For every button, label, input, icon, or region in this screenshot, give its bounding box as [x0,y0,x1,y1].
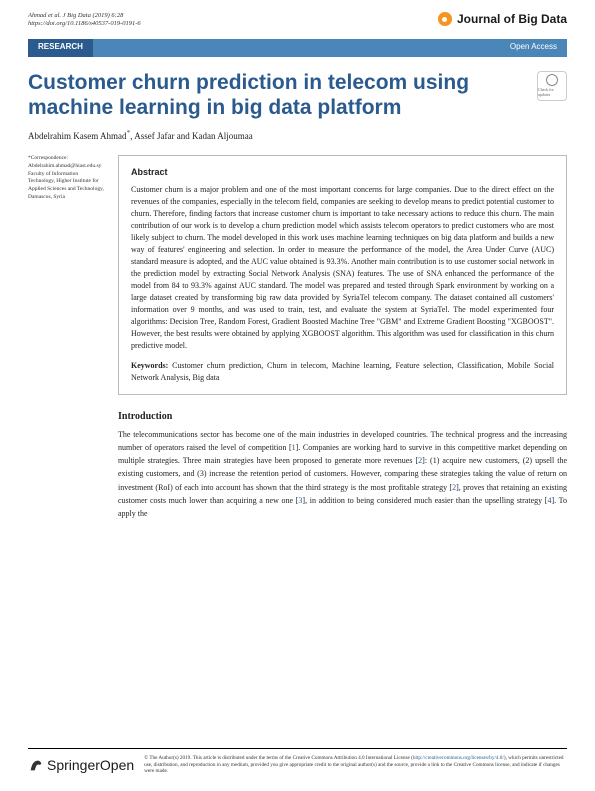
authors-line: Abdelrahim Kasem Ahmad*, Assef Jafar and… [0,128,595,155]
journal-logo-icon [438,12,452,26]
correspondence-sidebar: *Correspondence: Abdelrahim.ahmad@hiast.… [28,155,106,520]
journal-brand: Journal of Big Data [438,12,567,26]
title-row: Customer churn prediction in telecom usi… [0,57,595,129]
affiliation: Faculty of Information Technology, Highe… [28,171,106,202]
section-banner: RESEARCH Open Access [28,39,567,57]
abstract-text: Customer churn is a major problem and on… [131,184,554,352]
authors-rest: , Assef Jafar and Kadan Aljoumaa [130,131,252,141]
keywords-label: Keywords: [131,361,168,370]
crossmark-badge[interactable]: Check for updates [537,71,567,101]
intro-paragraph: The telecommunications sector has become… [118,428,567,520]
springer-horse-icon [28,757,44,773]
open-access-label: Open Access [93,39,567,57]
springer-text: SpringerOpen [47,757,134,773]
page-header: Ahmad et al. J Big Data (2019) 6:28 http… [0,0,595,33]
introduction-section: Introduction The telecommunications sect… [118,411,567,520]
article-title: Customer churn prediction in telecom usi… [28,71,527,121]
citation-block: Ahmad et al. J Big Data (2019) 6:28 http… [28,12,141,29]
doi: https://doi.org/10.1186/s40537-019-0191-… [28,20,141,27]
keywords: Customer churn prediction, Churn in tele… [131,361,554,382]
page-footer: SpringerOpen © The Author(s) 2019. This … [28,748,567,775]
citation: Ahmad et al. J Big Data (2019) 6:28 [28,12,123,19]
author-1: Abdelrahim Kasem Ahmad [28,131,126,141]
corr-label: *Correspondence: [28,155,106,163]
main-columns: *Correspondence: Abdelrahim.ahmad@hiast.… [0,155,595,520]
springer-brand: SpringerOpen [28,757,134,773]
intro-heading: Introduction [118,411,567,422]
journal-name: Journal of Big Data [457,12,567,26]
article-type: RESEARCH [28,39,93,57]
corr-email: Abdelrahim.ahmad@hiast.edu.sy [28,163,106,171]
license-text: © The Author(s) 2019. This article is di… [144,755,567,775]
abstract-heading: Abstract [131,166,554,180]
abstract-box: Abstract Customer churn is a major probl… [118,155,567,395]
keywords-line: Keywords: Customer churn prediction, Chu… [131,360,554,384]
cc-link[interactable]: http://creativecommons.org/licenses/by/4… [413,755,504,761]
content-column: Abstract Customer churn is a major probl… [118,155,567,520]
